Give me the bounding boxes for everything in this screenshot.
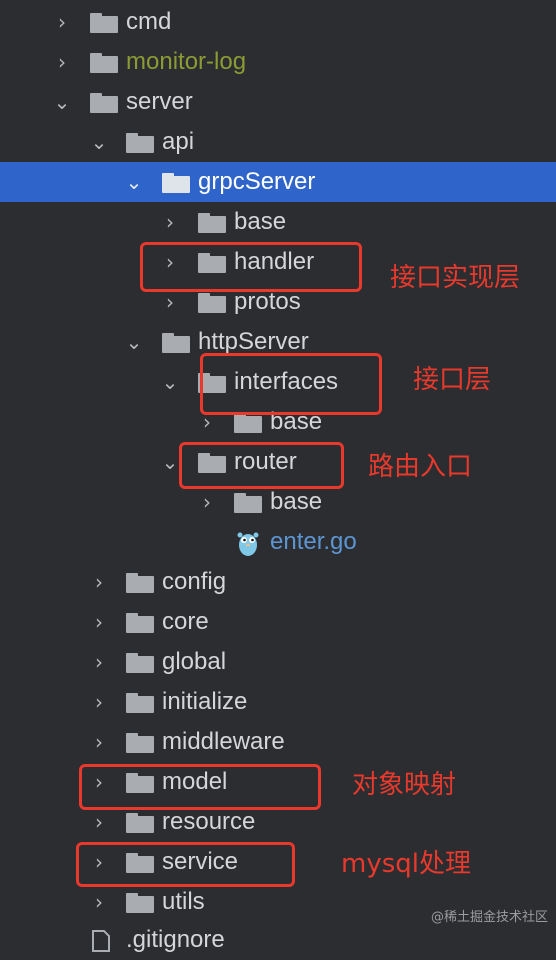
chevron-down-icon[interactable]: ⌄ [160, 371, 180, 393]
tree-item-label: base [234, 208, 287, 235]
tree-item-label: initialize [162, 688, 248, 715]
tree-item-label: protos [234, 288, 301, 315]
tree-item-initialize[interactable]: › initialize [0, 682, 556, 722]
tree-item-label: base [270, 488, 323, 515]
file-icon [92, 930, 110, 952]
tree-item-label: global [162, 648, 227, 675]
tree-item-label: cmd [126, 8, 172, 35]
tree-item-label: resource [162, 808, 256, 835]
tree-item-config[interactable]: › config [0, 562, 556, 602]
highlight-box-service [76, 842, 295, 887]
chevron-down-icon[interactable]: ⌄ [124, 331, 144, 353]
chevron-right-icon[interactable]: › [52, 11, 72, 33]
tree-item-cmd[interactable]: › cmd [0, 2, 556, 42]
folder-icon [126, 693, 154, 713]
highlight-box-interfaces [200, 353, 382, 415]
chevron-right-icon[interactable]: › [197, 491, 217, 513]
chevron-right-icon[interactable]: › [89, 651, 109, 673]
tree-item-grpcserver[interactable]: ⌄ grpcServer [0, 162, 556, 202]
tree-item-label: server [126, 88, 193, 115]
tree-item-label: config [162, 568, 227, 595]
folder-icon [90, 93, 118, 113]
folder-icon [126, 573, 154, 593]
folder-icon [126, 813, 154, 833]
tree-item-gitignore[interactable]: .gitignore [0, 920, 556, 960]
chevron-down-icon[interactable]: ⌄ [124, 171, 144, 193]
highlight-box-router [179, 442, 344, 489]
chevron-right-icon[interactable]: › [89, 691, 109, 713]
folder-icon [126, 133, 154, 153]
annotation-router: 路由入口 [368, 452, 473, 482]
tree-item-label: grpcServer [198, 168, 316, 195]
tree-item-label: core [162, 608, 209, 635]
folder-icon [234, 493, 262, 513]
tree-item-label: api [162, 128, 195, 155]
folder-icon [126, 733, 154, 753]
chevron-right-icon[interactable]: › [160, 291, 180, 313]
gopher-icon [237, 532, 259, 556]
folder-icon [126, 653, 154, 673]
highlight-box-model [79, 764, 321, 810]
tree-item-global[interactable]: › global [0, 642, 556, 682]
folder-icon [198, 293, 226, 313]
chevron-right-icon[interactable]: › [89, 811, 109, 833]
folder-icon [126, 613, 154, 633]
chevron-right-icon[interactable]: › [89, 571, 109, 593]
tree-item-api[interactable]: ⌄ api [0, 122, 556, 162]
tree-item-middleware[interactable]: › middleware [0, 722, 556, 762]
tree-item-label: middleware [162, 728, 285, 755]
chevron-down-icon[interactable]: ⌄ [160, 451, 180, 473]
folder-icon [90, 13, 118, 33]
chevron-down-icon[interactable]: ⌄ [89, 131, 109, 153]
folder-icon [126, 893, 154, 913]
tree-item-label: monitor-log [126, 48, 247, 75]
tree-item-label: .gitignore [126, 926, 225, 953]
tree-item-label: utils [162, 888, 205, 915]
folder-icon [162, 333, 190, 353]
annotation-service: mysql处理 [341, 849, 471, 879]
tree-item-label: enter.go [270, 528, 357, 555]
folder-icon [162, 173, 190, 193]
folder-icon [198, 213, 226, 233]
tree-item-server[interactable]: ⌄ server [0, 82, 556, 122]
tree-item-enter-go[interactable]: enter.go [0, 522, 556, 562]
chevron-down-icon[interactable]: ⌄ [52, 91, 72, 113]
watermark: @稀土掘金技术社区 [430, 910, 548, 925]
annotation-model: 对象映射 [352, 770, 457, 800]
annotation-interfaces: 接口层 [413, 365, 492, 395]
tree-item-base[interactable]: › base [0, 202, 556, 242]
chevron-right-icon[interactable]: › [160, 211, 180, 233]
highlight-box-handler [140, 242, 362, 292]
chevron-right-icon[interactable]: › [89, 611, 109, 633]
annotation-handler: 接口实现层 [390, 263, 521, 293]
tree-item-monitor-log[interactable]: › monitor-log [0, 42, 556, 82]
folder-icon [234, 413, 262, 433]
tree-item-label: httpServer [198, 328, 309, 355]
folder-icon [90, 53, 118, 73]
chevron-right-icon[interactable]: › [89, 891, 109, 913]
tree-item-core[interactable]: › core [0, 602, 556, 642]
chevron-right-icon[interactable]: › [52, 51, 72, 73]
chevron-right-icon[interactable]: › [89, 731, 109, 753]
